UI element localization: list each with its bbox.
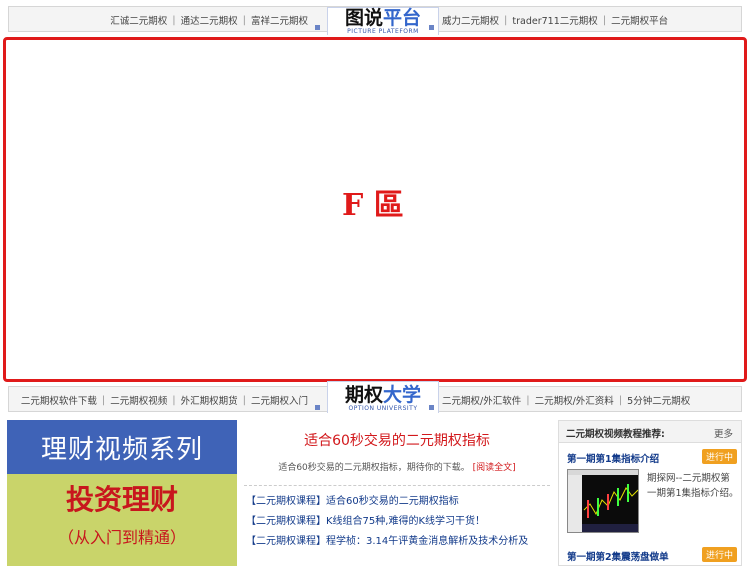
featured-headline[interactable]: 适合60秒交易的二元期权指标	[244, 430, 550, 450]
nav-link[interactable]: 二元期权入门	[246, 393, 313, 407]
mid-nav-bar: 二元期权软件下载 | 二元期权视频 | 外汇期权期货 | 二元期权入门 期权大学…	[8, 381, 742, 413]
more-link[interactable]: 更多	[714, 426, 733, 440]
episode-item[interactable]: 第一期第2集震荡盘做单 进行中	[567, 547, 737, 563]
video-thumbnail[interactable]	[567, 469, 639, 533]
status-badge: 进行中	[701, 547, 737, 562]
brand-title-dark: 图说	[344, 7, 383, 29]
top-nav-left: 汇诚二元期权 | 通达二元期权 | 富祥二元期权	[9, 7, 319, 33]
finance-video-banner[interactable]: 理财视频系列 投资理财 （从入门到精通）	[7, 420, 237, 566]
nav-link[interactable]: 富祥二元期权	[246, 13, 313, 27]
news-list: 【二元期权课程】适合60秒交易的二元期权指标 【二元期权课程】K线组合75种,难…	[244, 492, 550, 552]
featured-article: 适合60秒交易的二元期权指标 适合60秒交易的二元期权指标，期待你的下载。 [阅…	[244, 420, 550, 566]
divider	[244, 485, 550, 486]
nav-link[interactable]: 二元期权平台	[606, 13, 673, 27]
nav-link[interactable]: 二元期权视频	[105, 393, 172, 407]
news-item[interactable]: 【二元期权课程】K线组合75种,难得的K线学习干货！	[244, 512, 550, 532]
brand-subtitle: PICTURE PLATEFORM	[347, 28, 419, 35]
mid-nav-right: 二元期权/外汇软件 | 二元期权/外汇资料 | 5分钟二元期权	[429, 387, 741, 413]
ad-zone-f[interactable]: F 區	[3, 37, 747, 382]
brand-subtitle: OPTION UNIVERSITY	[348, 405, 418, 412]
nav-link[interactable]: 二元期权软件下载	[16, 393, 102, 407]
banner-title: 理财视频系列	[7, 420, 237, 474]
read-more-link[interactable]: [阅读全文]	[473, 463, 516, 473]
sidebar-title: 二元期权视频教程推荐:	[566, 429, 665, 440]
brand-picture-platform[interactable]: 图说平台 PICTURE PLATEFORM	[327, 7, 439, 35]
top-nav-bar: 汇诚二元期权 | 通达二元期权 | 富祥二元期权 图说平台 PICTURE PL…	[8, 6, 742, 35]
nav-link[interactable]: 5分钟二元期权	[622, 393, 695, 407]
nav-link[interactable]: 通达二元期权	[176, 13, 243, 27]
video-tutorial-sidebar: 二元期权视频教程推荐: 更多 第一期第1集指标介绍 进行中 期探网--二元期权第…	[558, 420, 742, 566]
featured-summary: 适合60秒交易的二元期权指标，期待你的下载。 [阅读全文]	[244, 460, 550, 473]
banner-subline: （从入门到精通）	[57, 528, 186, 547]
banner-lower: 投资理财 （从入门到精通）	[7, 474, 237, 566]
corner-marker-icon	[315, 405, 320, 410]
sidebar-header: 二元期权视频教程推荐: 更多	[559, 421, 741, 443]
summary-text: 适合60秒交易的二元期权指标，期待你的下载。	[278, 463, 470, 473]
corner-marker-icon	[315, 25, 320, 30]
news-item[interactable]: 【二元期权课程】程学桢：3.14午评黄金消息解析及技术分析及	[244, 532, 550, 552]
brand-title-dark: 期权	[344, 384, 383, 406]
nav-link[interactable]: 汇诚二元期权	[105, 13, 172, 27]
nav-link[interactable]: 外汇期权期货	[176, 393, 243, 407]
brand-option-university[interactable]: 期权大学 OPTION UNIVERSITY	[327, 381, 439, 413]
nav-link[interactable]: 威力二元期权	[437, 13, 504, 27]
banner-headline: 投资理财	[65, 483, 178, 516]
brand-title-blue: 平台	[383, 7, 422, 29]
ad-zone-label: F 區	[342, 188, 404, 223]
episode-description: 期探网--二元期权第一期第1集指标介绍。	[647, 473, 739, 499]
nav-link[interactable]: trader711二元期权	[507, 13, 602, 27]
nav-link[interactable]: 二元期权/外汇资料	[530, 393, 619, 407]
mid-nav-left: 二元期权软件下载 | 二元期权视频 | 外汇期权期货 | 二元期权入门	[9, 387, 319, 413]
news-item[interactable]: 【二元期权课程】适合60秒交易的二元期权指标	[244, 492, 550, 512]
top-nav-right: 威力二元期权 | trader711二元期权 | 二元期权平台	[429, 7, 741, 33]
chart-thumbnail-icon	[568, 470, 638, 532]
brand-title-blue: 大学	[383, 384, 422, 406]
status-badge: 进行中	[701, 449, 737, 464]
episode-item[interactable]: 第一期第1集指标介绍 进行中 期探网--二元期权第一期第1集指标介绍。	[567, 449, 739, 533]
nav-link[interactable]: 二元期权/外汇软件	[437, 393, 526, 407]
